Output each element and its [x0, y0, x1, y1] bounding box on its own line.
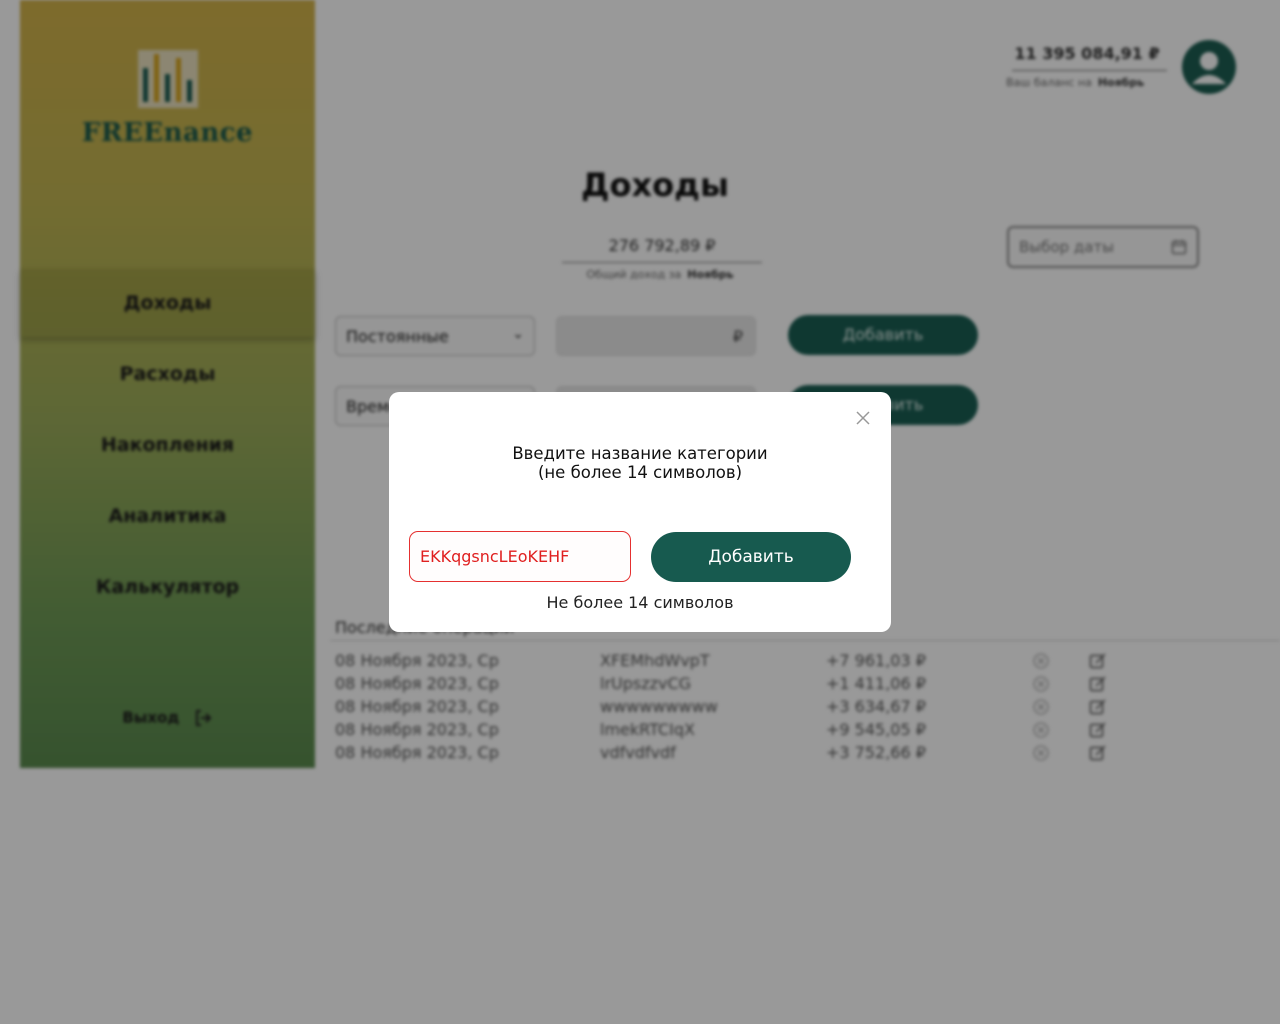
add-category-button[interactable]: Добавить [651, 532, 851, 582]
modal-heading: Введите название категории (не более 14 … [389, 444, 891, 482]
add-category-modal: Введите название категории (не более 14 … [389, 392, 891, 632]
modal-heading-line1: Введите название категории [512, 444, 768, 463]
modal-heading-line2: (не более 14 символов) [537, 463, 743, 482]
validation-message: Не более 14 символов [546, 593, 734, 612]
category-name-input[interactable] [409, 531, 631, 582]
close-icon[interactable] [855, 410, 871, 426]
